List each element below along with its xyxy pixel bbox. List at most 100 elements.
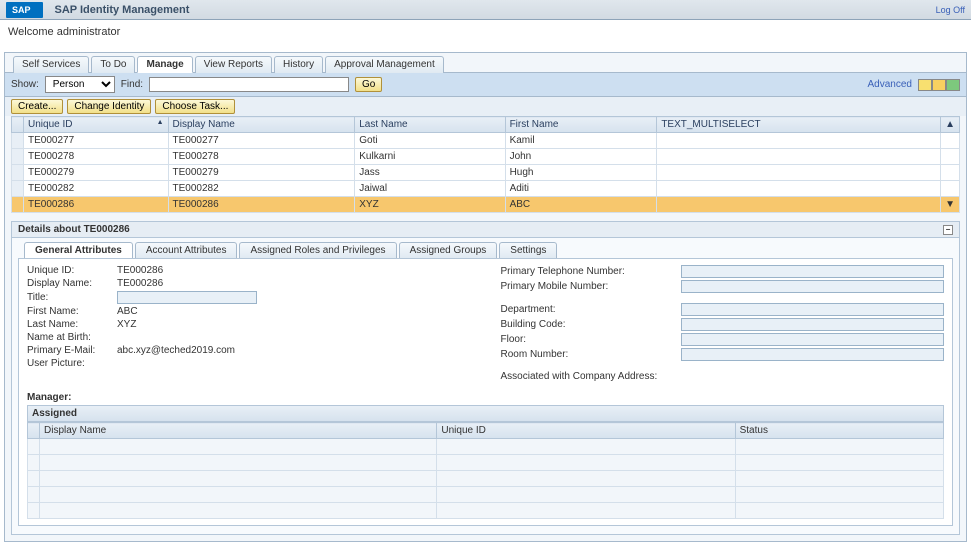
assigned-col-status[interactable]: Status: [735, 423, 943, 439]
tab-approval-management[interactable]: Approval Management: [325, 56, 444, 73]
table-row[interactable]: TE000279TE000279JassHugh: [12, 165, 960, 181]
cell-txt: [657, 165, 941, 181]
building-input[interactable]: [681, 318, 945, 331]
assigned-cell: [735, 487, 943, 503]
assigned-cell: [437, 503, 735, 519]
details-header: Details about TE000286 −: [11, 221, 960, 238]
phone-input[interactable]: [681, 265, 945, 278]
person-table-wrap: Unique ID▲Display NameLast NameFirst Nam…: [11, 116, 960, 213]
detail-tab-general-attributes[interactable]: General Attributes: [24, 242, 133, 258]
cell-uid: TE000286: [24, 197, 169, 213]
floor-input[interactable]: [681, 333, 945, 346]
unique-id-value: TE000286: [117, 265, 471, 276]
manager-label: Manager:: [27, 392, 944, 403]
row-selector[interactable]: [12, 149, 24, 165]
find-input[interactable]: [149, 77, 349, 92]
cell-txt: [657, 197, 941, 213]
col-last-name[interactable]: Last Name: [355, 117, 505, 133]
display-name-label: Display Name:: [27, 278, 117, 289]
export-icon[interactable]: [932, 79, 946, 91]
scroll-header: ▲: [941, 117, 960, 133]
title-input[interactable]: [117, 291, 257, 304]
cell-first: ABC: [505, 197, 657, 213]
row-selector[interactable]: [12, 181, 24, 197]
create--button[interactable]: Create...: [11, 99, 63, 114]
go-button[interactable]: Go: [355, 77, 382, 92]
table-row[interactable]: TE000286TE000286XYZABC▼: [12, 197, 960, 213]
log-off-link[interactable]: Log Off: [936, 5, 965, 15]
detail-tab-assigned-groups[interactable]: Assigned Groups: [399, 242, 498, 258]
download-icon[interactable]: [946, 79, 960, 91]
row-selector[interactable]: [12, 133, 24, 149]
assigned-cell: [437, 487, 735, 503]
room-input[interactable]: [681, 348, 945, 361]
assigned-select-header[interactable]: [28, 423, 40, 439]
tab-to-do[interactable]: To Do: [91, 56, 135, 73]
assigned-cell: [40, 471, 437, 487]
mobile-input[interactable]: [681, 280, 945, 293]
user-picture-label: User Picture:: [27, 358, 117, 369]
assigned-cell: [437, 471, 735, 487]
main-tabs: Self ServicesTo DoManageView ReportsHist…: [5, 53, 966, 73]
sort-asc-icon: ▲: [157, 119, 164, 126]
assigned-col-display-name[interactable]: Display Name: [40, 423, 437, 439]
assigned-row[interactable]: [28, 471, 944, 487]
email-value: abc.xyz@teched2019.com: [117, 345, 471, 356]
cell-first: Kamil: [505, 133, 657, 149]
assigned-col-unique-id[interactable]: Unique ID: [437, 423, 735, 439]
phone-label: Primary Telephone Number:: [501, 266, 681, 277]
row-selector[interactable]: [28, 455, 40, 471]
col-display-name[interactable]: Display Name: [168, 117, 355, 133]
first-name-value: ABC: [117, 306, 471, 317]
col-unique-id[interactable]: Unique ID▲: [24, 117, 169, 133]
detail-tab-assigned-roles-and-privileges[interactable]: Assigned Roles and Privileges: [239, 242, 396, 258]
detail-tab-settings[interactable]: Settings: [499, 242, 557, 258]
collapse-icon[interactable]: −: [943, 225, 953, 235]
cell-display: TE000277: [168, 133, 355, 149]
details-body: General AttributesAccount AttributesAssi…: [11, 238, 960, 535]
cell-last: Kulkarni: [355, 149, 505, 165]
row-selector[interactable]: [12, 197, 24, 213]
select-all-header[interactable]: [12, 117, 24, 133]
tab-history[interactable]: History: [274, 56, 323, 73]
cell-first: Hugh: [505, 165, 657, 181]
building-label: Building Code:: [501, 319, 681, 330]
detail-tabs: General AttributesAccount AttributesAssi…: [18, 242, 953, 258]
tab-manage[interactable]: Manage: [137, 56, 192, 73]
assigned-row[interactable]: [28, 487, 944, 503]
cell-display: TE000286: [168, 197, 355, 213]
row-selector[interactable]: [28, 439, 40, 455]
cell-display: TE000282: [168, 181, 355, 197]
table-row[interactable]: TE000277TE000277GotiKamil: [12, 133, 960, 149]
change-identity-button[interactable]: Change Identity: [67, 99, 151, 114]
title-label: Title:: [27, 292, 117, 303]
table-row[interactable]: TE000282TE000282JaiwalAditi: [12, 181, 960, 197]
cell-txt: [657, 181, 941, 197]
detail-tab-account-attributes[interactable]: Account Attributes: [135, 242, 238, 258]
tab-view-reports[interactable]: View Reports: [195, 56, 272, 73]
dept-input[interactable]: [681, 303, 945, 316]
row-selector[interactable]: [28, 503, 40, 519]
assigned-header: Assigned: [27, 405, 944, 422]
tab-self-services[interactable]: Self Services: [13, 56, 89, 73]
toolbar: Create... Change Identity Choose Task...: [5, 97, 966, 116]
config-icon[interactable]: [918, 79, 932, 91]
general-attributes-content: Unique ID:TE000286 Display Name:TE000286…: [18, 258, 953, 526]
choose-task--button[interactable]: Choose Task...: [155, 99, 235, 114]
col-first-name[interactable]: First Name: [505, 117, 657, 133]
row-selector[interactable]: [28, 487, 40, 503]
assigned-row[interactable]: [28, 455, 944, 471]
cell-last: XYZ: [355, 197, 505, 213]
table-row[interactable]: TE000278TE000278KulkarniJohn: [12, 149, 960, 165]
scroll-down-icon: ▼: [941, 197, 960, 213]
show-select[interactable]: Person: [45, 76, 115, 93]
advanced-link[interactable]: Advanced: [868, 79, 912, 90]
cell-display: TE000278: [168, 149, 355, 165]
assigned-row[interactable]: [28, 503, 944, 519]
col-text-multiselect[interactable]: TEXT_MULTISELECT: [657, 117, 941, 133]
cell-txt: [657, 133, 941, 149]
row-selector[interactable]: [12, 165, 24, 181]
row-selector[interactable]: [28, 471, 40, 487]
assigned-cell: [40, 487, 437, 503]
assigned-row[interactable]: [28, 439, 944, 455]
